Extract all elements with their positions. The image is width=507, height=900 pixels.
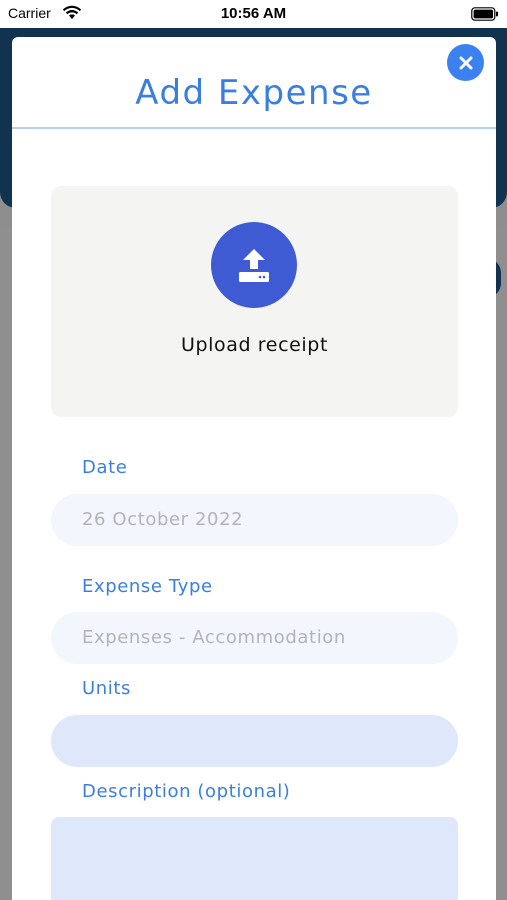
title-divider: [12, 127, 496, 129]
units-input[interactable]: [51, 715, 458, 767]
description-input[interactable]: [51, 817, 458, 900]
battery-icon: [471, 6, 499, 25]
expense-type-value: Expenses - Accommodation: [82, 627, 346, 648]
upload-receipt-label: Upload receipt: [180, 334, 329, 356]
upload-receipt-button[interactable]: Upload receipt: [51, 186, 458, 417]
date-label: Date: [82, 457, 128, 478]
units-label: Units: [82, 678, 132, 699]
date-value: 26 October 2022: [82, 509, 244, 530]
expense-type-label: Expense Type: [82, 576, 213, 597]
close-icon: [459, 56, 472, 69]
description-label: Description (optional): [82, 781, 291, 802]
expense-type-select[interactable]: Expenses - Accommodation: [51, 612, 458, 664]
date-field[interactable]: 26 October 2022: [51, 494, 458, 546]
modal-title: Add Expense: [135, 73, 373, 113]
status-bar: Carrier 10:56 AM: [0, 0, 507, 28]
add-expense-modal: Add Expense Upload receipt Date 26 Octob…: [12, 37, 496, 900]
status-time: 10:56 AM: [220, 5, 287, 22]
upload-icon: [211, 222, 297, 308]
